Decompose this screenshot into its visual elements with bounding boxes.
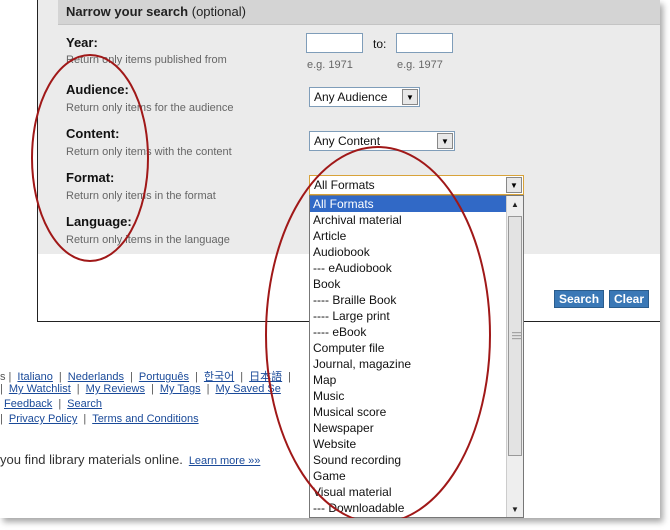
- format-option[interactable]: Sound recording: [310, 452, 506, 468]
- account-links: | My Watchlist | My Reviews | My Tags | My Save…: [0, 383, 281, 395]
- audience-select[interactable]: Any Audience ▼: [309, 87, 420, 107]
- language-help: Return only items in the language: [66, 234, 230, 246]
- format-help: Return only items in the format: [66, 190, 216, 202]
- language-link-italiano[interactable]: Italiano: [17, 371, 52, 383]
- dropdown-scrollbar[interactable]: ▲ — — — ▼: [506, 196, 523, 517]
- format-option[interactable]: Audiobook: [310, 244, 506, 260]
- format-option[interactable]: ---- Large print: [310, 308, 506, 324]
- chevron-down-icon[interactable]: ▼: [402, 89, 418, 105]
- year-to-label: to:: [373, 37, 387, 51]
- clear-button[interactable]: Clear: [609, 290, 650, 308]
- format-option[interactable]: All Formats: [310, 196, 506, 212]
- format-option[interactable]: Computer file: [310, 340, 506, 356]
- scroll-up-icon[interactable]: ▲: [507, 196, 523, 212]
- format-select[interactable]: All Formats ▼: [309, 175, 524, 195]
- search-button[interactable]: Search: [554, 290, 605, 308]
- format-option[interactable]: Archival material: [310, 212, 506, 228]
- format-option[interactable]: Article: [310, 228, 506, 244]
- content-selected-value: Any Content: [314, 134, 381, 148]
- format-option[interactable]: Visual material: [310, 484, 506, 500]
- terms-link[interactable]: Terms and Conditions: [92, 413, 198, 425]
- content-help: Return only items with the content: [66, 146, 232, 158]
- format-option[interactable]: --- Downloadable: [310, 500, 506, 516]
- scroll-down-icon[interactable]: ▼: [507, 501, 523, 517]
- language-links: s | Italiano | Nederlands | Português | 한국어 | 日本語…: [0, 371, 291, 383]
- format-option[interactable]: Map: [310, 372, 506, 388]
- format-label: Format:: [66, 170, 115, 185]
- year-label: Year:: [66, 35, 98, 50]
- year-from-input[interactable]: [306, 33, 363, 53]
- panel-title: Narrow your search (optional): [66, 4, 246, 19]
- scroll-thumb[interactable]: — — —: [508, 216, 522, 456]
- format-option[interactable]: Book: [310, 276, 506, 292]
- year-to-hint: e.g. 1977: [397, 59, 443, 71]
- chevron-down-icon[interactable]: ▼: [506, 177, 522, 193]
- feedback-link[interactable]: Feedback: [4, 398, 52, 410]
- format-dropdown-list[interactable]: All Formats Archival material Article Audio…: [309, 195, 524, 518]
- format-option[interactable]: Musical score: [310, 404, 506, 420]
- help-links: Feedback | Search: [4, 398, 103, 410]
- format-option[interactable]: ---- eBook: [310, 324, 506, 340]
- chevron-down-icon[interactable]: ▼: [437, 133, 453, 149]
- content-label: Content:: [66, 126, 120, 141]
- my-reviews-link[interactable]: My Reviews: [86, 383, 145, 395]
- format-selected-value: All Formats: [314, 178, 375, 192]
- format-option[interactable]: Website: [310, 436, 506, 452]
- audience-help: Return only items for the audience: [66, 102, 234, 114]
- legal-links: | Privacy Policy | Terms and Conditions: [0, 413, 199, 425]
- year-help: Return only items published from: [66, 54, 227, 66]
- language-link-japanese[interactable]: 日本語: [249, 371, 282, 383]
- content-select[interactable]: Any Content ▼: [309, 131, 455, 151]
- format-option[interactable]: Music: [310, 388, 506, 404]
- year-to-input[interactable]: [396, 33, 453, 53]
- format-option[interactable]: Newspaper: [310, 420, 506, 436]
- year-from-hint: e.g. 1971: [307, 59, 353, 71]
- tagline-text: you find library materials online.: [0, 452, 183, 467]
- my-saved-searches-link[interactable]: My Saved Se: [215, 383, 280, 395]
- language-label: Language:: [66, 214, 132, 229]
- language-link-nederlands[interactable]: Nederlands: [68, 371, 124, 383]
- audience-label: Audience:: [66, 82, 129, 97]
- privacy-policy-link[interactable]: Privacy Policy: [9, 413, 77, 425]
- format-option[interactable]: Game: [310, 468, 506, 484]
- language-link-portugues[interactable]: Português: [139, 371, 189, 383]
- language-link-korean[interactable]: 한국어: [204, 371, 234, 383]
- format-option[interactable]: Journal, magazine: [310, 356, 506, 372]
- audience-selected-value: Any Audience: [314, 90, 388, 104]
- search-help-link[interactable]: Search: [67, 398, 102, 410]
- learn-more-link[interactable]: Learn more »»: [189, 455, 261, 467]
- tagline: you find library materials online. Learn …: [0, 452, 260, 467]
- panel-header: Narrow your search (optional): [58, 0, 660, 25]
- my-tags-link[interactable]: My Tags: [160, 383, 201, 395]
- screenshot-frame: Narrow your search (optional) Year: Retu…: [0, 0, 660, 518]
- format-option[interactable]: --- eAudiobook: [310, 260, 506, 276]
- format-option[interactable]: ---- Braille Book: [310, 292, 506, 308]
- my-watchlist-link[interactable]: My Watchlist: [9, 383, 71, 395]
